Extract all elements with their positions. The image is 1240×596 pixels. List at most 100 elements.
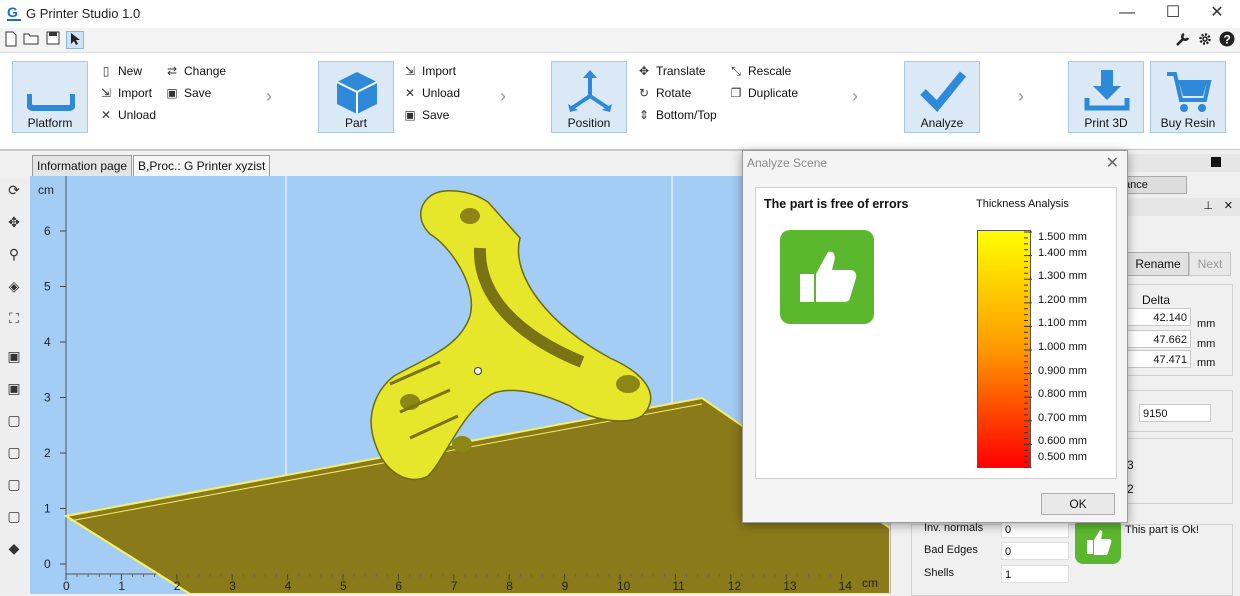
thickness-scale-label: 1.000 mm [1038,341,1087,353]
platform-new-button[interactable]: ▯ New [98,61,142,81]
translate-button[interactable]: ✥ Translate [636,61,706,81]
view-bottom-cube-icon[interactable]: ▢ [2,504,26,528]
app-title: G Printer Studio 1.0 [26,6,141,21]
y-tick-label: 0 [44,557,51,571]
x-tick-label: 14 [839,579,853,593]
view-left-cube-icon[interactable]: ▢ [2,408,26,432]
duplicate-icon: ❐ [730,86,742,100]
x-tick-label: 2 [174,579,181,593]
shells-field[interactable]: 1 [1001,565,1069,583]
thickness-scale-label: 1.500 mm [1038,231,1087,243]
y-tick-label: 6 [44,224,51,238]
analyze-button[interactable]: Analyze [904,61,980,133]
thickness-scale-ticks [1024,231,1032,468]
thickness-scale-label: 1.200 mm [1038,294,1087,306]
part-import-button[interactable]: ⇲ Import [402,61,456,81]
thickness-scale-label: 1.300 mm [1038,270,1087,282]
delta-x-field[interactable]: 42.140 [1127,308,1191,326]
panel-maximize-icon[interactable] [1211,157,1221,167]
rotate-view-icon[interactable]: ⟳ [2,178,26,202]
platform-button[interactable]: Platform [12,61,88,133]
settings-gear-icon[interactable] [1196,31,1214,49]
checkmark-icon [920,71,967,112]
new-file-icon[interactable] [2,31,20,49]
dialog-content: The part is free of errors Thickness Ana… [755,187,1117,479]
view-back-cube-icon[interactable]: ▣ [2,376,26,400]
analysis-result-text: The part is free of errors [764,197,909,211]
shopping-cart-icon [1167,72,1212,112]
bad-edges-field[interactable]: 0 [1001,542,1069,560]
ok-button[interactable]: OK [1041,493,1115,515]
save-icon: ▣ [404,108,416,122]
triangles-count-field[interactable]: 9150 [1139,404,1211,422]
tools-icon[interactable] [1174,31,1192,49]
view-front-cube-icon[interactable]: ▣ [2,344,26,368]
title-bar: G G Printer Studio 1.0 — ☐ ✕ [0,0,1240,28]
platform-unload-button[interactable]: ✕ Unload [98,105,156,125]
open-folder-icon[interactable] [22,31,40,49]
dialog-close-icon[interactable]: ✕ [1106,153,1119,173]
thickness-scale-label: 0.600 mm [1038,435,1087,447]
print-3d-label: Print 3D [1084,116,1128,130]
analyze-scene-dialog: Analyze Scene ✕ The part is free of erro… [742,150,1128,523]
zoom-magnifier-icon[interactable]: ⚲ [2,242,26,266]
print-3d-button[interactable]: Print 3D [1068,61,1144,133]
part-label: Part [344,116,367,130]
view-top-cube-icon[interactable]: ▢ [2,472,26,496]
platform-change-button[interactable]: ⇄ Change [164,61,226,81]
delta-header: Delta [1142,293,1171,307]
tab-build-process[interactable]: B,Proc.: G Printer xyzist [133,155,271,176]
part-unload-button[interactable]: ✕ Unload [402,83,460,103]
thickness-scale-label: 0.500 mm [1038,451,1087,463]
delta-z-field[interactable]: 47.471 [1127,350,1191,368]
platform-save-button[interactable]: ▣ Save [164,83,211,103]
move-icon: ✥ [638,64,650,78]
next-button[interactable]: Next [1189,252,1231,276]
fit-view-icon[interactable]: ⛶ [2,306,26,330]
chevron-right-icon: › [852,86,858,106]
import-icon: ⇲ [404,64,416,78]
part-save-button[interactable]: ▣ Save [402,105,449,125]
bottom-top-button[interactable]: ⇕ Bottom/Top [636,105,717,125]
thickness-scale-label: 0.800 mm [1038,388,1087,400]
y-tick-label: 3 [44,391,51,405]
analysis-group [1127,438,1233,504]
maximize-button[interactable]: ☐ [1150,0,1196,28]
shells-label: Shells [924,567,954,579]
save-icon[interactable] [44,31,62,49]
platform-import-button[interactable]: ⇲ Import [98,83,152,103]
duplicate-button[interactable]: ❐ Duplicate [728,83,798,103]
close-icon[interactable]: ✕ [1224,199,1233,212]
change-arrows-icon: ⇄ [166,64,178,78]
rescale-button[interactable]: ⤡ Rescale [728,61,791,81]
unload-x-icon: ✕ [404,86,416,100]
view-right-cube-icon[interactable]: ▢ [2,440,26,464]
unit-mm-y: mm [1197,338,1216,350]
select-pointer-icon[interactable] [66,31,84,49]
view-iso-cube-icon[interactable]: ◈ [2,274,26,298]
position-button[interactable]: Position [551,61,627,133]
minimize-button[interactable]: — [1104,0,1150,28]
tab-information-page[interactable]: Information page [32,155,133,176]
delta-y-field[interactable]: 47.662 [1127,330,1191,348]
part-button[interactable]: Part [318,61,394,133]
chevron-right-icon: › [266,86,272,106]
partial-value-2: 2 [1127,482,1134,496]
y-axis-unit: cm [38,183,54,197]
thumbs-up-small-icon [1075,518,1121,564]
unit-mm-z: mm [1197,357,1216,369]
rename-button[interactable]: Rename [1127,252,1189,276]
view-solid-cube-icon[interactable]: ◆ [2,536,26,560]
rotate-button[interactable]: ↻ Rotate [636,83,691,103]
pan-view-icon[interactable]: ✥ [2,210,26,234]
subpanel-header: ⊥ ✕ [1127,198,1240,216]
buy-resin-button[interactable]: Buy Resin [1150,61,1226,133]
y-tick-label: 1 [44,502,51,516]
rotate-icon: ↻ [638,86,650,100]
pin-icon[interactable]: ⊥ [1203,199,1213,212]
help-icon[interactable]: ? [1218,31,1236,49]
tab-performance[interactable]: ance [1119,176,1187,194]
platform-label: Platform [27,116,73,130]
chevron-right-icon: › [1018,86,1024,106]
close-button[interactable]: ✕ [1194,0,1240,28]
